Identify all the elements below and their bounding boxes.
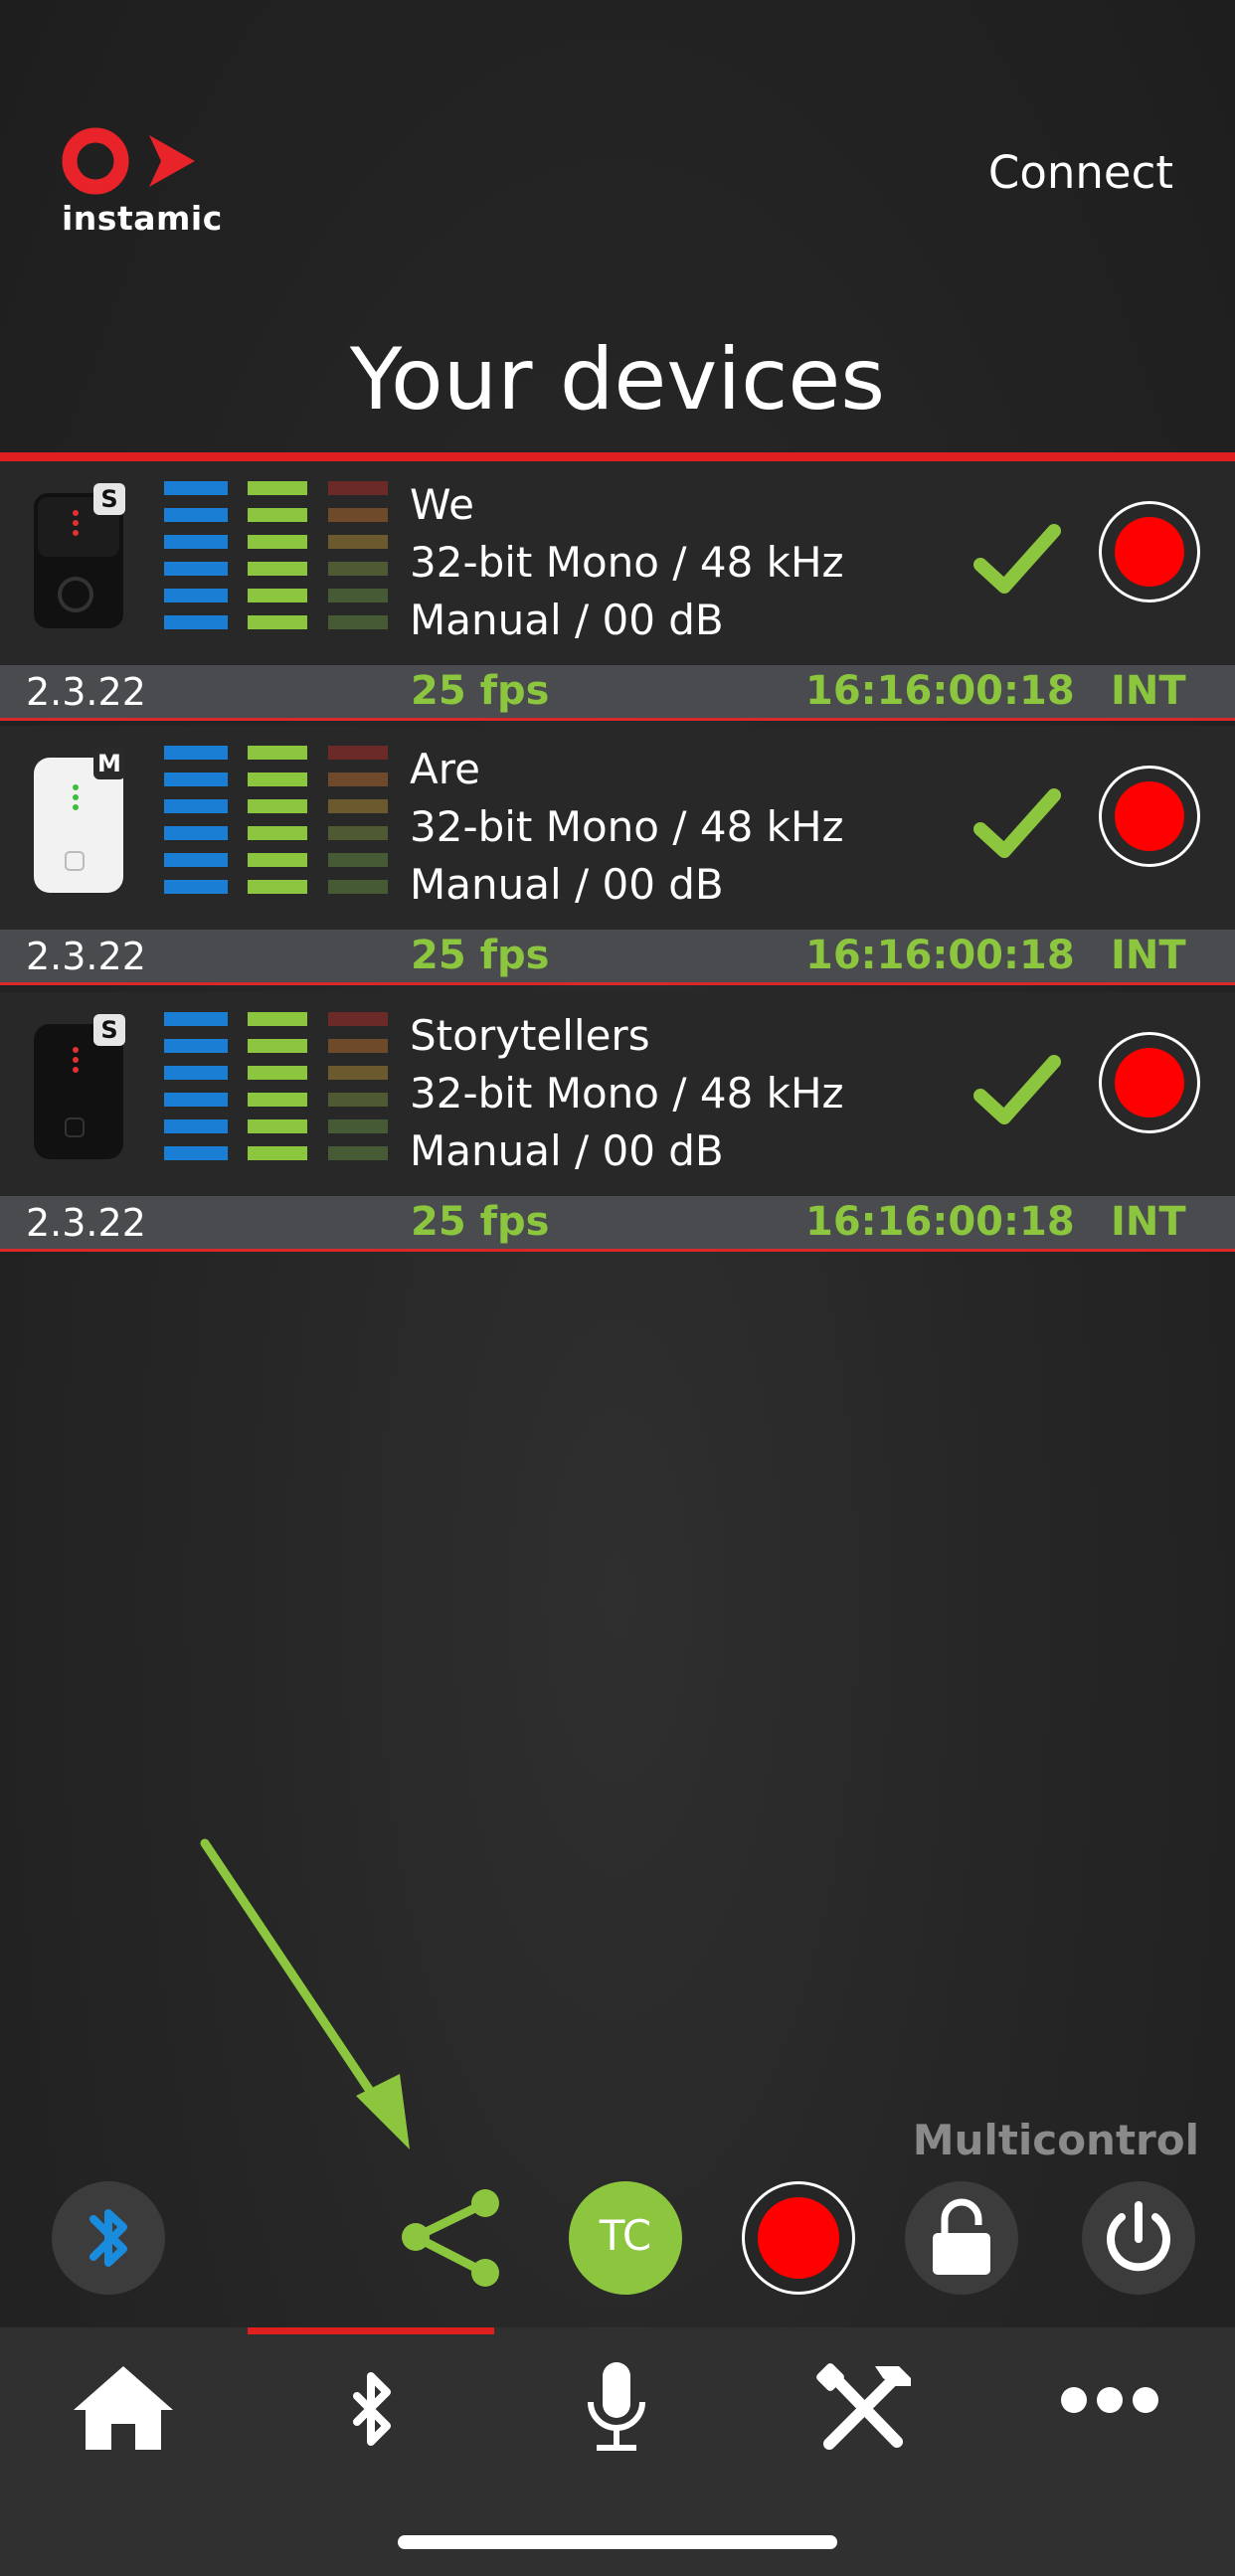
- power-icon: [1107, 2201, 1170, 2272]
- timecode: 16:16:00:18: [805, 933, 1075, 978]
- nav-more[interactable]: [1050, 2356, 1169, 2456]
- timecode-button[interactable]: TC: [569, 2181, 682, 2295]
- record-button[interactable]: [1099, 1032, 1200, 1133]
- power-button[interactable]: [1082, 2181, 1195, 2295]
- device-name: We: [410, 480, 474, 529]
- device-format: 32-bit Mono / 48 kHz: [410, 538, 844, 587]
- timecode-source: INT: [1111, 1199, 1186, 1245]
- share-icon: [402, 2189, 499, 2287]
- device-footer: 2.3.22 25 fps 16:16:00:18 INT: [0, 930, 1235, 985]
- microphone-icon: [588, 2362, 645, 2451]
- firmware-version: 2.3.22: [26, 670, 146, 714]
- timecode: 16:16:00:18: [805, 668, 1075, 714]
- device-format: 32-bit Mono / 48 kHz: [410, 1069, 844, 1117]
- annotation-arrow-icon: [200, 1838, 410, 2149]
- more-icon: [1061, 2387, 1158, 2413]
- device-row[interactable]: S We 32-bit Mono / 48 kHz Manual / 00 dB: [0, 461, 1235, 665]
- nav-tools[interactable]: [803, 2356, 923, 2456]
- record-dot-icon: [1115, 517, 1184, 587]
- home-indicator: [398, 2535, 837, 2549]
- divider: [0, 452, 1235, 461]
- device-format: 32-bit Mono / 48 kHz: [410, 802, 844, 851]
- multicontrol-label: Multicontrol: [912, 2116, 1199, 2164]
- firmware-version: 2.3.22: [26, 935, 146, 978]
- record-button[interactable]: [1099, 501, 1200, 602]
- record-all-button[interactable]: [742, 2181, 855, 2295]
- record-button[interactable]: [1099, 766, 1200, 867]
- device-thumbnail-icon: S: [34, 1014, 125, 1159]
- device-badge: S: [100, 1016, 117, 1044]
- device-name: Are: [410, 745, 480, 793]
- device-row[interactable]: M Are 32-bit Mono / 48 kHz Manual / 00 d…: [0, 726, 1235, 930]
- timecode-source: INT: [1111, 933, 1186, 978]
- connect-button[interactable]: Connect: [988, 146, 1173, 199]
- timecode-source: INT: [1111, 668, 1186, 714]
- checkmark-icon: [973, 524, 1061, 594]
- bluetooth-icon: [89, 2209, 127, 2267]
- timecode: 16:16:00:18: [805, 1199, 1075, 1245]
- record-dot-icon: [1115, 1048, 1184, 1117]
- page-title: Your devices: [349, 330, 886, 429]
- device-thumbnail-icon: S: [34, 483, 125, 628]
- tools-icon: [816, 2363, 911, 2450]
- device-thumbnail-icon: M: [34, 748, 125, 893]
- share-button[interactable]: [396, 2181, 509, 2295]
- device-gain: Manual / 00 dB: [410, 1126, 724, 1175]
- device-row[interactable]: S Storytellers 32-bit Mono / 48 kHz Manu…: [0, 992, 1235, 1196]
- device-badge: S: [100, 485, 117, 513]
- device-footer: 2.3.22 25 fps 16:16:00:18 INT: [0, 1196, 1235, 1252]
- device-gain: Manual / 00 dB: [410, 596, 724, 644]
- frame-rate: 25 fps: [411, 1199, 550, 1245]
- device-badge: M: [97, 750, 121, 777]
- unlock-icon: [933, 2198, 990, 2275]
- nav-bluetooth[interactable]: [311, 2356, 431, 2456]
- device-gain: Manual / 00 dB: [410, 860, 724, 909]
- checkmark-icon: [973, 788, 1061, 858]
- home-icon: [74, 2366, 173, 2450]
- device-name: Storytellers: [410, 1011, 650, 1060]
- firmware-version: 2.3.22: [26, 1201, 146, 1245]
- device-card[interactable]: S Storytellers 32-bit Mono / 48 kHz Manu…: [0, 992, 1235, 1255]
- device-info: Storytellers 32-bit Mono / 48 kHz Manual…: [410, 1007, 844, 1180]
- bluetooth-icon: [353, 2372, 391, 2446]
- bluetooth-button[interactable]: [52, 2181, 165, 2295]
- record-icon: [758, 2197, 839, 2279]
- checkmark-icon: [973, 1055, 1061, 1124]
- nav-home[interactable]: [64, 2356, 183, 2456]
- record-dot-icon: [1115, 781, 1184, 851]
- device-info: Are 32-bit Mono / 48 kHz Manual / 00 dB: [410, 741, 844, 914]
- timecode-icon: TC: [599, 2211, 652, 2260]
- device-info: We 32-bit Mono / 48 kHz Manual / 00 dB: [410, 476, 844, 649]
- device-card[interactable]: M Are 32-bit Mono / 48 kHz Manual / 00 d…: [0, 726, 1235, 988]
- unlock-button[interactable]: [905, 2181, 1018, 2295]
- active-tab-indicator: [248, 2327, 494, 2334]
- nav-microphone[interactable]: [557, 2356, 676, 2456]
- frame-rate: 25 fps: [411, 668, 550, 714]
- logo-text: instamic: [62, 199, 223, 238]
- device-footer: 2.3.22 25 fps 16:16:00:18 INT: [0, 665, 1235, 721]
- device-card[interactable]: S We 32-bit Mono / 48 kHz Manual / 00 dB…: [0, 461, 1235, 724]
- frame-rate: 25 fps: [411, 933, 550, 978]
